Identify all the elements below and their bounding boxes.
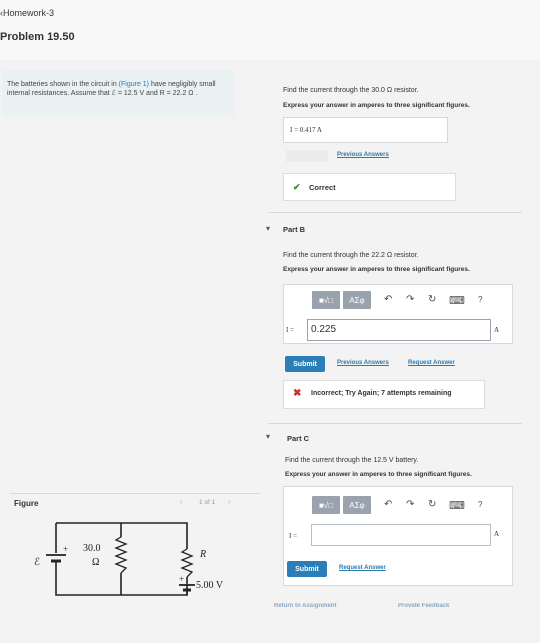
circuit-diagram: ℰ + 30.0 Ω R + 5.00 V [34, 522, 224, 596]
next-figure-icon[interactable]: › [228, 497, 231, 506]
partA-previous-answers-link[interactable]: Previous Answers [337, 152, 389, 158]
partB-request-answer-link[interactable]: Request Answer [408, 360, 455, 366]
partA-feedback: ✔ Correct [283, 173, 456, 201]
divider [268, 212, 522, 213]
partC-unit: A [494, 530, 500, 538]
partB-submit-button[interactable]: Submit [285, 356, 325, 372]
page-header [0, 0, 540, 60]
check-icon: ✔ [293, 182, 301, 192]
partB-label[interactable]: Part B [283, 225, 305, 234]
partA-feedback-text: Correct [309, 183, 336, 192]
partB-input-label: I = [286, 326, 295, 334]
partB-feedback-text: Incorrect; Try Again; 7 attempts remaini… [311, 390, 452, 397]
reset-icon[interactable]: ↻ [428, 499, 436, 510]
greek-symbols-button[interactable]: ΑΣφ [343, 496, 371, 514]
partA-answer-box: I = 0.417 A [283, 117, 448, 143]
provide-feedback-link[interactable]: Provide Feedback [398, 603, 449, 609]
figure-link[interactable]: (Figure 1) [119, 81, 149, 88]
prev-figure-icon[interactable]: ‹ [180, 497, 183, 506]
partA-question: Find the current through the 30.0 Ω resi… [283, 87, 419, 94]
partC-collapse-icon[interactable]: ▾ [266, 432, 270, 441]
partA-instruction: Express your answer in amperes to three … [283, 102, 470, 109]
partB-question: Find the current through the 22.2 Ω resi… [283, 252, 419, 259]
emf-label: ℰ [34, 557, 40, 568]
figure-pager: 1 of 1 [199, 499, 216, 506]
partB-collapse-icon[interactable]: ▾ [266, 224, 270, 233]
problem-text-before: The batteries shown in the circuit in [7, 81, 119, 88]
partA-submit-disabled [286, 150, 328, 162]
partC-label[interactable]: Part C [287, 434, 309, 443]
partC-submit-button[interactable]: Submit [287, 561, 327, 577]
battery2-plus-sign: + [179, 574, 184, 584]
partC-request-answer-link[interactable]: Request Answer [339, 565, 386, 571]
resistor-30-unit: Ω [92, 557, 99, 568]
figure-divider [10, 493, 260, 494]
battery2-label: 5.00 V [196, 580, 224, 591]
partC-input-label: I = [289, 532, 298, 540]
partB-previous-answers-link[interactable]: Previous Answers [337, 360, 389, 366]
battery-emf [46, 554, 66, 565]
return-to-assignment-link[interactable]: Return to Assignment [274, 603, 336, 609]
fraction-sqrt-button[interactable]: ■√□ [312, 496, 340, 514]
undo-icon[interactable]: ↶ [384, 294, 392, 305]
keyboard-icon[interactable]: ⌨ [449, 499, 465, 512]
help-icon[interactable]: ? [478, 295, 482, 304]
greek-symbols-button[interactable]: ΑΣφ [343, 291, 371, 309]
reset-icon[interactable]: ↻ [428, 294, 436, 305]
resistor-r-label: R [199, 549, 206, 560]
keyboard-icon[interactable]: ⌨ [449, 294, 465, 307]
fraction-sqrt-button[interactable]: ■√□ [312, 291, 340, 309]
partC-question: Find the current through the 12.5 V batt… [285, 457, 419, 464]
figure-title: Figure [14, 499, 39, 508]
help-icon[interactable]: ? [478, 500, 482, 509]
undo-icon[interactable]: ↶ [384, 499, 392, 510]
redo-icon[interactable]: ↷ [406, 294, 414, 305]
footer: Return to Assignment Provide Feedback [262, 603, 532, 643]
redo-icon[interactable]: ↷ [406, 499, 414, 510]
partC-toolbar: ■√□ ΑΣφ ↶ ↷ ↻ ⌨ ? [312, 496, 502, 514]
problem-statement: The batteries shown in the circuit in (F… [7, 80, 232, 98]
resistor-30-value: 30.0 [83, 543, 101, 554]
partA-answer: I = 0.417 A [290, 126, 322, 134]
partB-input-value: 0.225 [311, 324, 337, 335]
divider [268, 423, 522, 424]
partC-answer-input[interactable] [311, 524, 491, 546]
partC-instruction: Express your answer in amperes to three … [285, 471, 472, 478]
x-icon: ✖ [293, 388, 302, 399]
breadcrumb-homework[interactable]: ‹Homework-3 [0, 8, 54, 18]
partB-unit: A [494, 326, 500, 334]
partB-instruction: Express your answer in amperes to three … [283, 266, 470, 273]
partB-feedback: ✖ Incorrect; Try Again; 7 attempts remai… [283, 380, 485, 409]
problem-title: Problem 19.50 [0, 31, 75, 43]
partB-toolbar: ■√□ ΑΣφ ↶ ↷ ↻ ⌨ ? [312, 291, 502, 309]
partB-answer-input[interactable]: 0.225 [307, 319, 491, 341]
emf-plus-sign: + [63, 544, 68, 554]
